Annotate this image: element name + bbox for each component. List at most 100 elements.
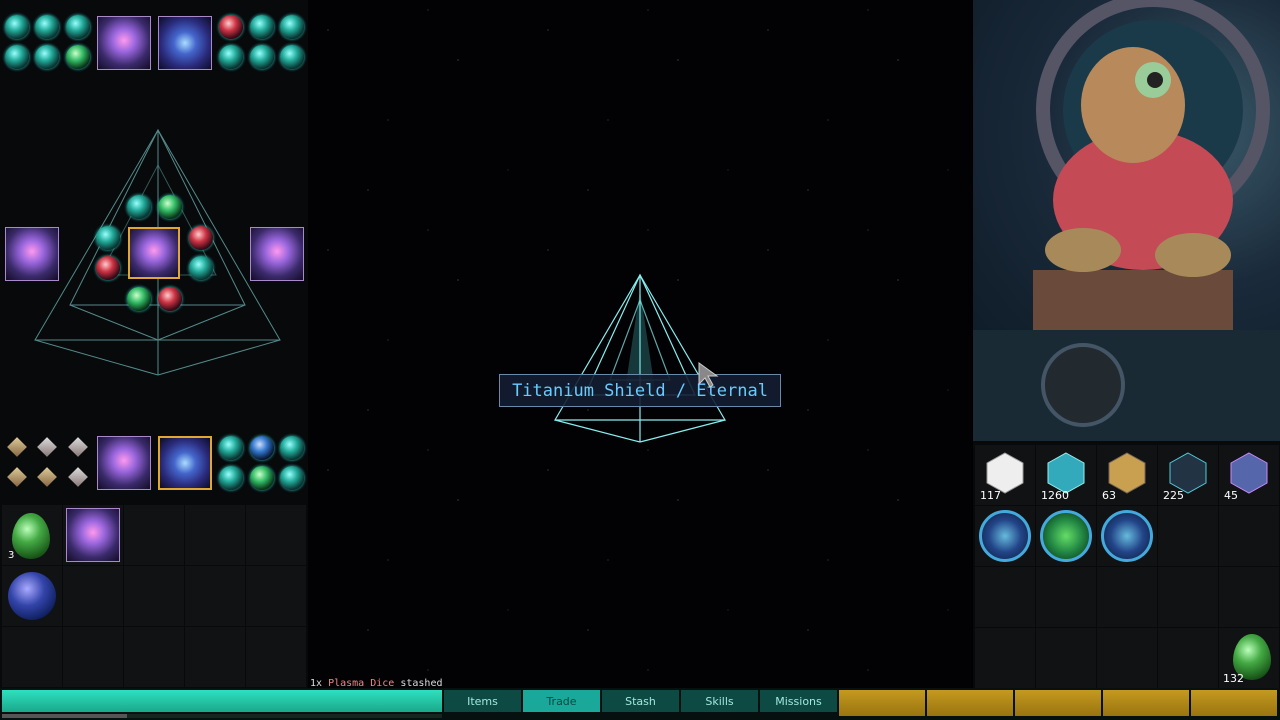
tab-missions[interactable]: Missions — [760, 690, 837, 712]
gold-quick-slot[interactable] — [1015, 690, 1101, 716]
module-card[interactable] — [97, 436, 151, 490]
tab-skills[interactable]: Skills — [681, 690, 758, 712]
gold-quick-slot[interactable] — [927, 690, 1013, 716]
bottom-bar: Items Trade Stash Skills Missions — [0, 688, 1280, 720]
resource-slot[interactable] — [1036, 506, 1096, 566]
gem-socket[interactable] — [250, 45, 274, 69]
inventory-slot[interactable] — [246, 627, 306, 687]
gem-socket[interactable] — [189, 256, 213, 280]
gem-socket[interactable] — [96, 256, 120, 280]
secondary-progress-fill — [2, 714, 127, 718]
resource-slot[interactable]: 117 — [975, 445, 1035, 505]
side-module-card-left[interactable] — [5, 227, 59, 281]
inventory-slot[interactable] — [246, 566, 306, 626]
inventory-slot[interactable] — [63, 566, 123, 626]
resource-slot[interactable] — [1097, 506, 1157, 566]
inventory-slot[interactable] — [246, 505, 306, 565]
gem-socket[interactable] — [250, 436, 274, 460]
gem-socket[interactable] — [280, 15, 304, 39]
gem-socket[interactable] — [280, 436, 304, 460]
resource-count: 225 — [1163, 489, 1184, 502]
resource-slot[interactable] — [1036, 628, 1096, 688]
gem-socket[interactable] — [250, 466, 274, 490]
module-card[interactable] — [97, 16, 151, 70]
gem-socket[interactable] — [280, 466, 304, 490]
mouse-cursor-icon — [698, 362, 719, 388]
inventory-slot[interactable] — [63, 505, 123, 565]
side-module-card-right[interactable] — [250, 227, 304, 281]
inventory-slot[interactable] — [63, 627, 123, 687]
gem-socket[interactable] — [66, 15, 90, 39]
resource-panel: 117 1260 63 225 45 132 — [973, 441, 1280, 688]
tab-items[interactable]: Items — [444, 690, 521, 712]
gem-socket[interactable] — [5, 15, 29, 39]
inventory-slot[interactable] — [185, 505, 245, 565]
module-card[interactable] — [158, 436, 212, 490]
inventory-slot[interactable] — [124, 505, 184, 565]
resource-count: 45 — [1224, 489, 1238, 502]
inventory-slot[interactable] — [124, 627, 184, 687]
gem-socket[interactable] — [96, 226, 120, 250]
resource-slot[interactable] — [1219, 506, 1279, 566]
tab-trade[interactable]: Trade — [523, 690, 600, 712]
resource-count: 1260 — [1041, 489, 1069, 502]
gem-socket[interactable] — [158, 195, 182, 219]
gem-socket[interactable] — [250, 15, 274, 39]
module-card[interactable] — [158, 16, 212, 70]
item-count: 3 — [8, 550, 15, 561]
inventory-slot[interactable] — [185, 566, 245, 626]
gem-socket[interactable] — [66, 45, 90, 69]
resource-slot[interactable] — [1219, 567, 1279, 627]
resource-slot[interactable] — [1036, 567, 1096, 627]
inventory-grid: 3 — [0, 503, 308, 688]
resource-slot[interactable] — [1097, 567, 1157, 627]
gem-socket[interactable] — [189, 226, 213, 250]
orb-item-icon — [8, 572, 56, 620]
diamond-socket[interactable] — [7, 437, 27, 457]
gold-quick-slot[interactable] — [1103, 690, 1189, 716]
resource-slot[interactable]: 45 — [1219, 445, 1279, 505]
inventory-slot[interactable] — [185, 627, 245, 687]
gem-socket[interactable] — [5, 45, 29, 69]
item-tooltip: Titanium Shield / Eternal — [499, 374, 781, 407]
inventory-slot[interactable]: 3 — [2, 505, 62, 565]
gem-socket[interactable] — [219, 436, 243, 460]
resource-slot[interactable]: 63 — [1097, 445, 1157, 505]
resource-slot[interactable] — [1158, 567, 1218, 627]
gem-socket[interactable] — [35, 45, 59, 69]
resource-slot[interactable] — [975, 506, 1035, 566]
gem-socket[interactable] — [127, 287, 151, 311]
gem-socket[interactable] — [219, 45, 243, 69]
resource-slot[interactable] — [975, 567, 1035, 627]
gem-socket[interactable] — [219, 466, 243, 490]
core-module-card[interactable] — [128, 227, 180, 279]
resource-slot[interactable] — [1158, 506, 1218, 566]
gem-socket[interactable] — [158, 287, 182, 311]
turtle-mechanic-portrait — [973, 0, 1280, 441]
module-card-icon — [66, 508, 120, 562]
resource-slot[interactable]: 132 — [1219, 628, 1279, 688]
inventory-slot[interactable] — [2, 627, 62, 687]
gem-socket[interactable] — [280, 45, 304, 69]
resource-slot[interactable]: 225 — [1158, 445, 1218, 505]
gem-socket[interactable] — [35, 15, 59, 39]
gold-quick-slot[interactable] — [1191, 690, 1277, 716]
gold-quick-slot[interactable] — [839, 690, 925, 716]
diamond-socket[interactable] — [68, 437, 88, 457]
gem-socket[interactable] — [219, 15, 243, 39]
resource-slot[interactable]: 1260 — [1036, 445, 1096, 505]
inventory-slot[interactable] — [2, 566, 62, 626]
titanium-shield-item[interactable] — [550, 270, 730, 450]
inventory-slot[interactable] — [124, 566, 184, 626]
resource-slot[interactable] — [1097, 628, 1157, 688]
diamond-socket[interactable] — [7, 467, 27, 487]
resource-slot[interactable] — [1158, 628, 1218, 688]
left-equipment-panel: 3 — [0, 0, 308, 688]
diamond-socket[interactable] — [37, 467, 57, 487]
diamond-socket[interactable] — [37, 437, 57, 457]
gem-socket[interactable] — [127, 195, 151, 219]
resource-slot[interactable] — [975, 628, 1035, 688]
egg-item-icon — [12, 513, 50, 559]
tab-stash[interactable]: Stash — [602, 690, 679, 712]
diamond-socket[interactable] — [68, 467, 88, 487]
